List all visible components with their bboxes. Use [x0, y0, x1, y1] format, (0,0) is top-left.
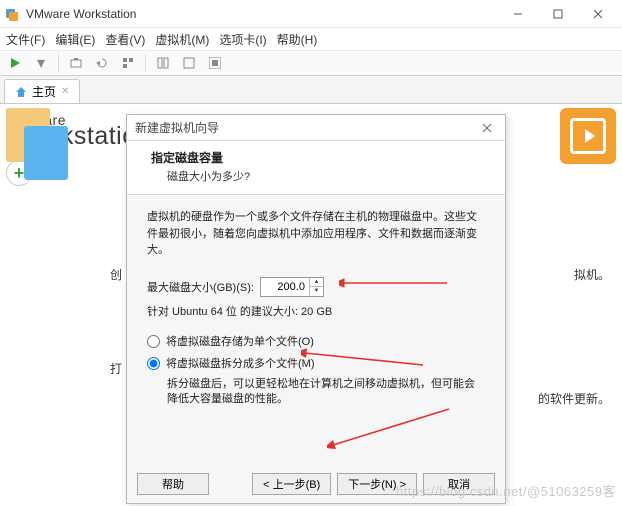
menu-help[interactable]: 帮助(H) — [277, 31, 318, 48]
home-icon — [15, 86, 27, 98]
app-icon — [4, 6, 20, 22]
radio-split-label: 将虚拟磁盘拆分成多个文件(M) — [166, 355, 315, 371]
manage-icon[interactable] — [117, 52, 139, 74]
menu-vm[interactable]: 虚拟机(M) — [155, 31, 209, 48]
open-vm-card[interactable] — [0, 194, 80, 284]
radio-single-file[interactable]: 将虚拟磁盘存储为单个文件(O) — [147, 333, 485, 349]
toolbar: ▾ — [0, 50, 622, 76]
right-hint-2: 的软件更新。 — [538, 390, 610, 407]
titlebar: VMware Workstation — [0, 0, 622, 28]
radio-split[interactable] — [147, 357, 160, 370]
tile-icon[interactable] — [152, 52, 174, 74]
tab-home[interactable]: 主页 ✕ — [4, 79, 80, 103]
radio-single-label: 将虚拟磁盘存储为单个文件(O) — [166, 333, 314, 349]
help-button[interactable]: 帮助 — [137, 473, 209, 495]
create-label: 创 — [110, 266, 122, 283]
menu-edit[interactable]: 编辑(E) — [55, 31, 95, 48]
intro-text: 虚拟机的硬盘作为一个或多个文件存储在主机的物理磁盘中。这些文件最初很小，随着您向… — [147, 209, 485, 259]
disk-size-row: 最大磁盘大小(GB)(S): ▲▼ — [147, 277, 485, 297]
disk-size-input[interactable] — [261, 281, 309, 293]
close-button[interactable] — [578, 3, 618, 25]
dialog-heading: 指定磁盘容量 — [151, 149, 489, 166]
dialog-header: 指定磁盘容量 磁盘大小为多少? — [127, 141, 505, 195]
dialog-title: 新建虚拟机向导 — [135, 119, 219, 136]
menubar: 文件(F) 编辑(E) 查看(V) 虚拟机(M) 选项卡(I) 帮助(H) — [0, 28, 622, 50]
menu-view[interactable]: 查看(V) — [105, 31, 145, 48]
maximize-button[interactable] — [538, 3, 578, 25]
content-area: vmware Workstation + 创 拟机。 打 的软件更新。 新建虚拟… — [0, 104, 622, 506]
fullscreen-icon[interactable] — [204, 52, 226, 74]
new-vm-wizard-dialog: 新建虚拟机向导 指定磁盘容量 磁盘大小为多少? 虚拟机的硬盘作为一个或多个文件存… — [126, 114, 506, 504]
workstation-badge — [560, 108, 616, 164]
back-button[interactable]: < 上一步(B) — [252, 473, 331, 495]
split-description: 拆分磁盘后，可以更轻松地在计算机之间移动虚拟机，但可能会降低大容量磁盘的性能。 — [167, 377, 485, 409]
power-on-icon[interactable] — [4, 52, 26, 74]
dialog-close-icon[interactable] — [477, 119, 497, 137]
dialog-subheading: 磁盘大小为多少? — [167, 168, 489, 184]
disk-size-input-wrap: ▲▼ — [260, 277, 324, 297]
radio-single[interactable] — [147, 335, 160, 348]
right-hint-1: 拟机。 — [574, 266, 610, 283]
radio-split-file[interactable]: 将虚拟磁盘拆分成多个文件(M) — [147, 355, 485, 371]
revert-icon[interactable] — [91, 52, 113, 74]
tab-label: 主页 — [32, 83, 56, 100]
dialog-titlebar: 新建虚拟机向导 — [127, 115, 505, 141]
unity-icon[interactable] — [178, 52, 200, 74]
tabbar: 主页 ✕ — [0, 76, 622, 104]
open-label: 打 — [110, 360, 122, 377]
dropdown-icon[interactable]: ▾ — [30, 52, 52, 74]
spinner[interactable]: ▲▼ — [309, 278, 323, 296]
spin-up-icon[interactable]: ▲ — [310, 278, 323, 288]
recommend-text: 针对 Ubuntu 64 位 的建议大小: 20 GB — [147, 303, 485, 319]
window-title: VMware Workstation — [26, 7, 136, 21]
menu-file[interactable]: 文件(F) — [6, 31, 45, 48]
minimize-button[interactable] — [498, 3, 538, 25]
tab-close-icon[interactable]: ✕ — [61, 86, 69, 97]
dialog-body: 虚拟机的硬盘作为一个或多个文件存储在主机的物理磁盘中。这些文件最初很小，随着您向… — [127, 195, 505, 475]
menu-tabs[interactable]: 选项卡(I) — [219, 31, 266, 48]
annotation-arrow-3 — [327, 405, 453, 449]
snapshot-icon[interactable] — [65, 52, 87, 74]
disk-size-label: 最大磁盘大小(GB)(S): — [147, 279, 254, 295]
watermark: https://blog.csdn.net/@51063259客 — [396, 481, 616, 500]
spin-down-icon[interactable]: ▼ — [310, 287, 323, 296]
